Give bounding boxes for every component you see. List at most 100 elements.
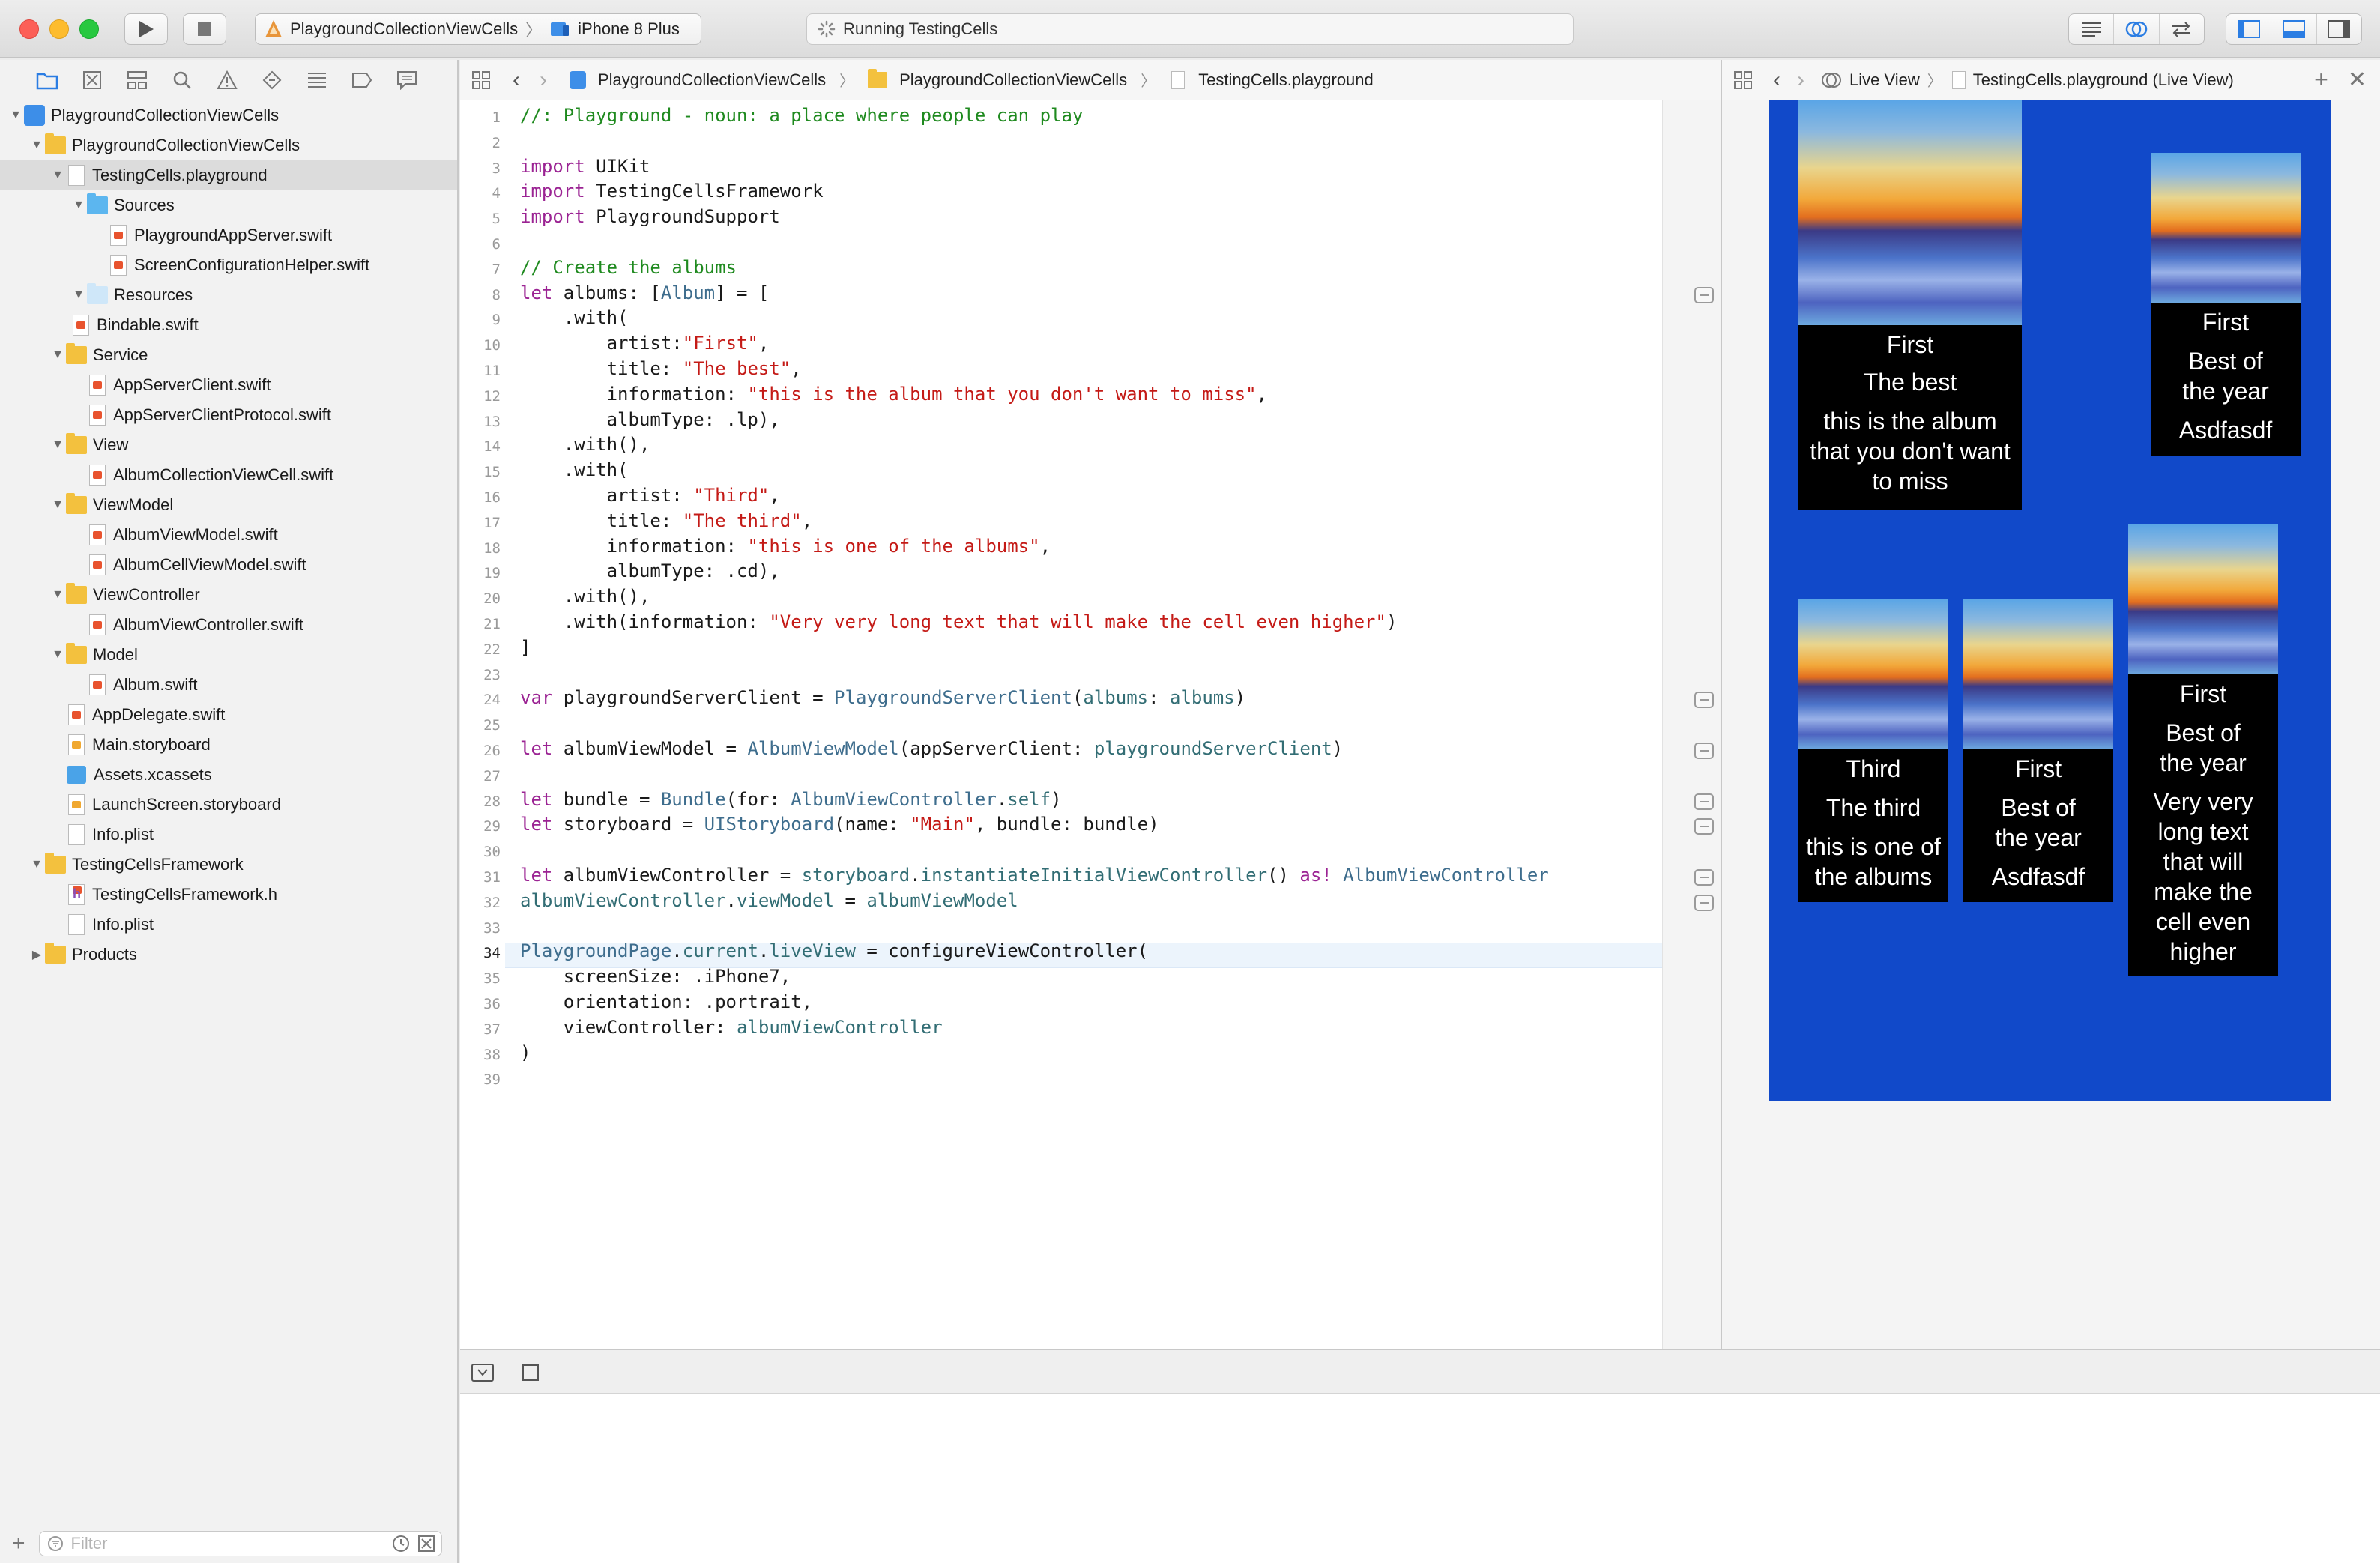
code-line[interactable]: let albumViewController = storyboard.ins… [520,865,1549,886]
disclosure-open-icon[interactable]: ▼ [49,498,66,512]
hide-debug-area-icon[interactable] [471,1363,495,1382]
breadcrumb-item[interactable]: PlaygroundCollectionViewCells [598,70,826,90]
assistant-editor-button[interactable] [2114,14,2160,44]
code-line[interactable]: import PlaygroundSupport [520,206,780,227]
stop-button[interactable] [183,13,226,45]
disclosure-open-icon[interactable]: ▼ [70,288,87,302]
report-navigator-tab[interactable] [396,69,418,91]
code-line[interactable]: albumViewController.viewModel = albumVie… [520,890,1018,911]
code-line[interactable]: var playgroundServerClient = PlaygroundS… [520,687,1245,708]
tree-row[interactable]: ▼ View [0,430,457,460]
tree-row[interactable]: AlbumCollectionViewCell.swift [0,460,457,490]
breadcrumb-item[interactable]: PlaygroundCollectionViewCells [899,70,1127,90]
code-line[interactable]: albumType: .lp), [520,409,780,430]
disclosure-closed-icon[interactable]: ▶ [28,947,45,962]
tree-row[interactable]: Bindable.swift [0,310,457,340]
code-line[interactable]: ) [520,1042,531,1063]
code-line[interactable]: import TestingCellsFramework [520,181,824,202]
tree-row[interactable]: Main.storyboard [0,730,457,760]
add-icon[interactable]: + [12,1531,25,1556]
standard-editor-button[interactable] [2069,14,2115,44]
tree-row[interactable]: ▼ Service [0,340,457,370]
code-line[interactable]: let albums: [Album] = [ [520,282,769,303]
code-line[interactable]: viewController: albumViewController [520,1017,943,1038]
disclosure-open-icon[interactable]: ▼ [28,858,45,871]
code-line[interactable]: artist:"First", [520,333,770,354]
code-line[interactable]: title: "The third", [520,510,813,531]
tree-row[interactable]: ▼ TestingCellsFramework [0,850,457,880]
related-items-icon[interactable] [1733,70,1754,91]
album-cell[interactable]: First Best of the year Asdfasdf [2151,153,2301,456]
album-cell[interactable]: First The best this is the album that yo… [1798,100,2022,510]
album-cell[interactable]: First Best of the year Asdfasdf [1963,599,2113,902]
close-icon[interactable]: ✕ [2348,67,2367,93]
code-line[interactable]: .with( [520,459,629,480]
find-navigator-tab[interactable] [171,69,193,91]
assistant-mode-label[interactable]: Live View [1849,70,1920,90]
disclosure-open-icon[interactable]: ▼ [28,139,45,152]
tree-row[interactable]: AlbumCellViewModel.swift [0,550,457,580]
console-toggle-icon[interactable] [522,1364,540,1382]
related-items-icon[interactable] [471,70,492,91]
code-line[interactable]: //: Playground - noun: a place where peo… [520,105,1083,126]
tree-row[interactable]: PlaygroundAppServer.swift [0,220,457,250]
tree-row[interactable]: Assets.xcassets [0,760,457,790]
code-line[interactable]: let bundle = Bundle(for: AlbumViewContro… [520,789,1062,810]
breadcrumb-item[interactable]: TestingCells.playground [1198,70,1374,90]
tree-row[interactable]: ▼ PlaygroundCollectionViewCells [0,100,457,130]
tree-row[interactable]: AlbumViewController.swift [0,610,457,640]
code-line[interactable]: // Create the albums [520,257,737,278]
disclosure-open-icon[interactable]: ▼ [49,438,66,452]
code-line[interactable]: screenSize: .iPhone7, [520,966,791,987]
run-button[interactable] [124,13,168,45]
disclosure-open-icon[interactable]: ▼ [49,348,66,362]
tree-row[interactable]: Album.swift [0,670,457,700]
add-assistant-icon[interactable]: + [2314,66,2328,94]
code-line[interactable]: orientation: .portrait, [520,991,812,1012]
code-line[interactable]: let albumViewModel = AlbumViewModel(appS… [520,738,1343,759]
tree-row[interactable]: Info.plist [0,820,457,850]
symbol-navigator-tab[interactable] [126,69,148,91]
disclosure-open-icon[interactable]: ▼ [49,169,66,182]
tree-row[interactable]: LaunchScreen.storyboard [0,790,457,820]
disclosure-open-icon[interactable]: ▼ [7,109,24,122]
code-line[interactable]: import UIKit [520,156,650,177]
tree-row[interactable]: AlbumViewModel.swift [0,520,457,550]
tree-row[interactable]: AppServerClient.swift [0,370,457,400]
code-line[interactable]: information: "this is one of the albums"… [520,536,1051,557]
toggle-navigator-button[interactable] [2226,14,2272,44]
tree-row[interactable]: ▼ PlaygroundCollectionViewCells [0,130,457,160]
forward-arrow-icon[interactable]: › [1797,67,1804,93]
code-line[interactable]: .with( [520,307,629,328]
source-editor[interactable]: 1 2 3 4 5 6 7 8 9 10 11 12 13 14 15 16 17 18 19 20 21 22 23 24 2… [460,100,1662,1349]
breakpoint-navigator-tab[interactable] [351,69,373,91]
tree-row[interactable]: ▼ Sources [0,190,457,220]
live-view[interactable]: First The best this is the album that yo… [1769,100,2331,1101]
quick-look-icon[interactable] [1694,818,1714,835]
scheme-selector[interactable]: PlaygroundCollectionViewCells 〉 iPhone 8… [255,13,701,45]
album-cell[interactable]: First Best of the year Very very long te… [2128,524,2278,976]
quick-look-icon[interactable] [1694,743,1714,759]
tree-row-selected[interactable]: ▼ TestingCells.playground [0,160,457,190]
source-control-filter-icon[interactable] [417,1535,435,1553]
code-line[interactable]: let storyboard = UIStoryboard(name: "Mai… [520,814,1159,835]
test-navigator-tab[interactable] [261,69,283,91]
code-line[interactable]: artist: "Third", [520,485,780,506]
minimize-window-button[interactable] [49,19,69,39]
tree-row[interactable]: TestingCellsFramework.h [0,880,457,910]
tree-row[interactable]: ▼ Resources [0,280,457,310]
console-output[interactable] [460,1394,2380,1563]
tree-row[interactable]: ▶ Products [0,940,457,970]
code-line[interactable]: PlaygroundPage.current.liveView = config… [520,940,1148,961]
zoom-window-button[interactable] [79,19,99,39]
album-cell[interactable]: Third The third this is one of the album… [1798,599,1948,902]
forward-arrow-icon[interactable]: › [540,67,547,93]
tree-row[interactable]: ScreenConfigurationHelper.swift [0,250,457,280]
quick-look-icon[interactable] [1694,869,1714,886]
debug-navigator-tab[interactable] [306,69,328,91]
filter-input[interactable]: Filter [38,1530,442,1556]
disclosure-open-icon[interactable]: ▼ [70,199,87,212]
assistant-file-label[interactable]: TestingCells.playground (Live View) [1973,70,2234,90]
tree-row[interactable]: AppServerClientProtocol.swift [0,400,457,430]
code-line[interactable]: ] [520,637,531,658]
